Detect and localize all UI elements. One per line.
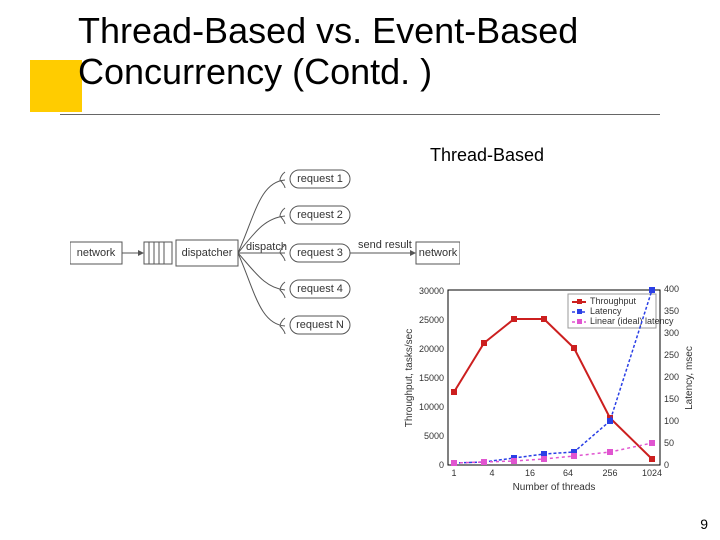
svg-text:16: 16	[525, 468, 535, 478]
svg-text:25000: 25000	[419, 315, 444, 325]
svg-text:400: 400	[664, 284, 679, 294]
svg-text:5000: 5000	[424, 431, 444, 441]
throughput-latency-chart: Throughput Latency Linear (ideal) latenc…	[400, 280, 700, 510]
send-result-label: send result	[358, 239, 412, 251]
svg-text:1: 1	[451, 468, 456, 478]
title-accent-square	[30, 60, 82, 112]
x-axis-label: Number of threads	[513, 482, 596, 493]
svg-text:64: 64	[563, 468, 573, 478]
svg-text:request 2: request 2	[297, 209, 343, 221]
left-axis-ticks: 0 5000 10000 15000 20000 25000 30000	[419, 286, 444, 470]
legend-latency: Latency	[590, 306, 622, 316]
svg-text:request 3: request 3	[297, 247, 343, 259]
svg-text:30000: 30000	[419, 286, 444, 296]
svg-text:10000: 10000	[419, 402, 444, 412]
arrowhead-icon	[138, 250, 144, 256]
right-axis-ticks: 0 50 100 150 200 250 300 350 400	[664, 284, 679, 470]
left-axis-label: Throughput, tasks/sec	[404, 329, 415, 427]
svg-text:request 4: request 4	[297, 283, 343, 295]
queue-box	[144, 242, 172, 264]
svg-text:1024: 1024	[642, 468, 662, 478]
right-axis-label: Latency, msec	[684, 346, 695, 410]
svg-text:100: 100	[664, 416, 679, 426]
network-in-label: network	[77, 247, 116, 259]
svg-text:15000: 15000	[419, 373, 444, 383]
svg-text:20000: 20000	[419, 344, 444, 354]
svg-text:request N: request N	[296, 319, 344, 331]
x-axis-ticks: 1 4 16 64 256 1024	[451, 468, 662, 478]
svg-text:150: 150	[664, 394, 679, 404]
svg-text:4: 4	[489, 468, 494, 478]
svg-text:0: 0	[439, 460, 444, 470]
svg-text:300: 300	[664, 328, 679, 338]
dispatcher-label: dispatcher	[182, 247, 233, 259]
svg-text:256: 256	[602, 468, 617, 478]
network-out-label: network	[419, 247, 458, 259]
svg-text:250: 250	[664, 350, 679, 360]
svg-text:50: 50	[664, 438, 674, 448]
page-number: 9	[700, 516, 708, 532]
svg-text:0: 0	[664, 460, 669, 470]
legend-throughput: Throughput	[590, 296, 637, 306]
svg-text:request 1: request 1	[297, 173, 343, 185]
slide-title-block: Thread-Based vs. Event-Based Concurrency…	[30, 10, 690, 93]
svg-text:200: 200	[664, 372, 679, 382]
slide-title: Thread-Based vs. Event-Based Concurrency…	[78, 10, 690, 93]
title-underline	[60, 114, 660, 115]
legend-linear: Linear (ideal) latency	[590, 316, 674, 326]
svg-text:350: 350	[664, 306, 679, 316]
arrowhead-icon	[410, 250, 416, 256]
